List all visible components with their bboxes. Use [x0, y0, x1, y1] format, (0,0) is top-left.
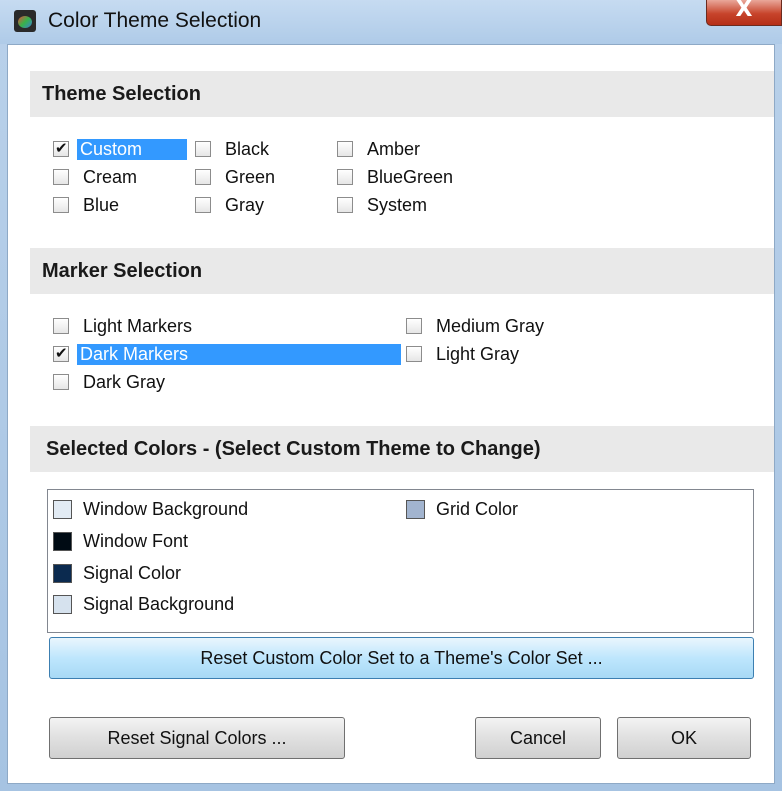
checkbox[interactable] [337, 141, 353, 157]
checkbox[interactable] [337, 169, 353, 185]
theme-option-blue[interactable]: Blue [53, 194, 173, 218]
marker-option-dark-markers[interactable]: Dark Markers [53, 343, 403, 367]
checkbox[interactable] [195, 141, 211, 157]
checkbox[interactable] [337, 197, 353, 213]
theme-option-system[interactable]: System [337, 194, 497, 218]
title-bar[interactable]: Color Theme Selection X [0, 0, 782, 44]
checkbox[interactable] [406, 318, 422, 334]
marker-option-light-markers[interactable]: Light Markers [53, 315, 373, 339]
close-icon: X [735, 0, 753, 22]
color-item-signal-background[interactable]: Signal Background [53, 593, 383, 617]
checkbox[interactable] [53, 197, 69, 213]
checkbox-label: Light Gray [436, 344, 520, 364]
theme-option-green[interactable]: Green [195, 166, 315, 190]
checkbox[interactable] [53, 318, 69, 334]
checkbox[interactable] [53, 169, 69, 185]
checkbox-checked[interactable] [53, 344, 69, 362]
color-swatch [53, 595, 72, 614]
reset-signal-colors-button[interactable]: Reset Signal Colors ... [49, 717, 345, 759]
ok-button[interactable]: OK [617, 717, 751, 759]
checkbox-label: Light Markers [83, 316, 193, 336]
checkbox-label: Blue [83, 195, 120, 215]
color-item-label: Signal Color [83, 563, 182, 583]
marker-option-dark-gray[interactable]: Dark Gray [53, 371, 373, 395]
checkbox-label: System [367, 195, 428, 215]
color-item-window-background[interactable]: Window Background [53, 498, 383, 522]
color-item-signal-color[interactable]: Signal Color [53, 562, 383, 586]
marker-option-light-gray[interactable]: Light Gray [406, 343, 606, 367]
colors-section-header: Selected Colors - (Select Custom Theme t… [30, 426, 774, 472]
theme-option-amber[interactable]: Amber [337, 138, 497, 162]
color-item-label: Window Background [83, 499, 249, 519]
checkbox-checked[interactable] [53, 139, 69, 157]
color-swatch [53, 500, 72, 519]
window-title: Color Theme Selection [48, 9, 262, 32]
reset-custom-color-set-button[interactable]: Reset Custom Color Set to a Theme's Colo… [49, 637, 754, 679]
checkbox-label: Custom [77, 139, 187, 160]
color-swatch [406, 500, 425, 519]
checkbox-label: Gray [225, 195, 265, 215]
checkbox[interactable] [195, 197, 211, 213]
checkbox-label: Medium Gray [436, 316, 545, 336]
checkbox[interactable] [195, 169, 211, 185]
theme-option-gray[interactable]: Gray [195, 194, 315, 218]
checkbox-label: Cream [83, 167, 138, 187]
color-item-grid-color[interactable]: Grid Color [406, 498, 656, 522]
theme-option-cream[interactable]: Cream [53, 166, 173, 190]
app-icon [14, 10, 36, 32]
marker-option-medium-gray[interactable]: Medium Gray [406, 315, 606, 339]
color-item-label: Signal Background [83, 594, 235, 614]
checkbox-label: Green [225, 167, 276, 187]
color-swatch [53, 532, 72, 551]
color-item-label: Grid Color [436, 499, 519, 519]
checkbox-label: Dark Gray [83, 372, 166, 392]
checkbox-label: BlueGreen [367, 167, 454, 187]
theme-section-title: Theme Selection [42, 83, 201, 105]
colors-section-title: Selected Colors - (Select Custom Theme t… [46, 438, 541, 460]
cancel-button[interactable]: Cancel [475, 717, 601, 759]
theme-section-header: Theme Selection [30, 71, 774, 117]
color-item-label: Window Font [83, 531, 189, 551]
theme-option-custom[interactable]: Custom [53, 138, 193, 162]
close-button[interactable]: X [706, 0, 782, 26]
checkbox-label: Black [225, 139, 270, 159]
selected-colors-list[interactable]: Window Background Window Font Signal Col… [47, 489, 754, 633]
checkbox-label: Amber [367, 139, 421, 159]
checkbox[interactable] [406, 346, 422, 362]
theme-option-black[interactable]: Black [195, 138, 315, 162]
marker-section-title: Marker Selection [42, 260, 203, 282]
theme-option-bluegreen[interactable]: BlueGreen [337, 166, 497, 190]
color-item-window-font[interactable]: Window Font [53, 530, 383, 554]
marker-section-header: Marker Selection [30, 248, 774, 294]
checkbox[interactable] [53, 374, 69, 390]
checkbox-label: Dark Markers [77, 344, 401, 365]
color-swatch [53, 564, 72, 583]
